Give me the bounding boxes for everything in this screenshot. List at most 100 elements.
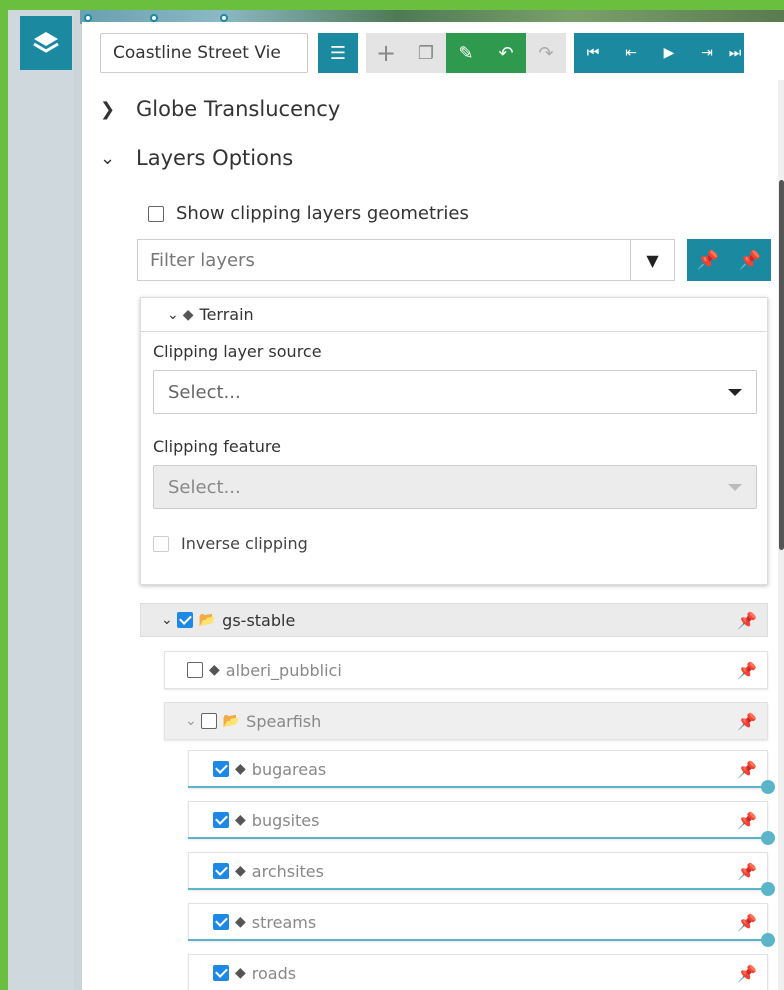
clipping-feature-select[interactable]: Select...: [153, 465, 757, 509]
show-clipping-option[interactable]: Show clipping layers geometries: [148, 203, 469, 224]
pin-icon[interactable]: 📌: [737, 611, 757, 630]
layer-checkbox[interactable]: [187, 662, 203, 678]
layer-icon: ◆: [235, 914, 246, 930]
next-button[interactable]: ⇥: [688, 33, 726, 73]
accordion-layers-options[interactable]: ⌄ Layers Options: [100, 146, 293, 170]
opacity-slider[interactable]: [188, 837, 766, 839]
group-checkbox[interactable]: [200, 713, 217, 729]
opacity-slider[interactable]: [188, 786, 766, 788]
layer-row-streams[interactable]: ◆ streams 📌: [188, 903, 768, 941]
layer-checkbox[interactable]: [213, 812, 229, 828]
resize-handle[interactable]: [150, 14, 158, 22]
layer-icon: ◆: [209, 662, 220, 678]
unpin-icon: 📌: [738, 249, 762, 271]
clipping-feature-label: Clipping feature: [153, 437, 281, 456]
filter-row: Filter layers ▼ 📌 📌: [137, 239, 773, 281]
accordion-label: Globe Translucency: [136, 97, 341, 121]
pin-icon[interactable]: 📌: [737, 712, 757, 731]
list-button[interactable]: ☰: [318, 33, 358, 73]
group-gs-stable[interactable]: ⌄ 📂 gs-stable 📌: [140, 603, 768, 637]
pin-all-button[interactable]: 📌: [687, 239, 729, 281]
plus-icon: +: [375, 39, 397, 67]
group-checkbox[interactable]: [176, 612, 193, 628]
layer-label: alberi_pubblici: [225, 660, 342, 680]
undo-button[interactable]: ↶: [486, 33, 526, 73]
inverse-clipping-checkbox[interactable]: [153, 535, 169, 552]
resize-handle[interactable]: [84, 14, 92, 22]
layer-row-alberi[interactable]: ◆ alberi_pubblici 📌: [164, 651, 768, 689]
prev-icon: ⇤: [625, 45, 637, 61]
terrain-title: Terrain: [199, 305, 254, 324]
left-sidebar: [8, 10, 74, 990]
layer-icon: ◆: [235, 812, 246, 828]
first-button[interactable]: ⏮: [574, 33, 612, 73]
select-value: Select...: [168, 381, 241, 403]
layer-icon: ◆: [182, 306, 194, 323]
clipping-source-select[interactable]: Select...: [153, 370, 757, 414]
layer-row-roads[interactable]: ◆ roads 📌: [188, 954, 768, 990]
undo-icon: ↶: [498, 42, 514, 64]
layer-label: roads: [251, 963, 297, 983]
list-icon: ☰: [329, 42, 347, 64]
layer-checkbox[interactable]: [213, 761, 229, 777]
play-button[interactable]: ▶: [650, 33, 688, 73]
layer-icon: ◆: [235, 761, 246, 777]
chevron-down-icon: ⌄: [100, 147, 116, 169]
filter-layers-input[interactable]: Filter layers: [137, 239, 631, 281]
inverse-clipping-label: Inverse clipping: [181, 534, 308, 553]
show-clipping-checkbox[interactable]: [148, 205, 164, 222]
pin-icon[interactable]: 📌: [737, 661, 757, 680]
opacity-slider-handle[interactable]: [761, 780, 775, 794]
unpin-all-button[interactable]: 📌: [729, 239, 771, 281]
layer-label: bugareas: [251, 759, 327, 779]
scrollbar-thumb[interactable]: [779, 180, 784, 550]
group-spearfish[interactable]: ⌄ 📂 Spearfish 📌: [164, 702, 768, 740]
opacity-slider-handle[interactable]: [761, 831, 775, 845]
layer-row-bugsites[interactable]: ◆ bugsites 📌: [188, 801, 768, 839]
filter-icon: ▼: [646, 250, 659, 270]
filter-button[interactable]: ▼: [631, 239, 675, 281]
opacity-slider-handle[interactable]: [761, 882, 775, 896]
layer-row-bugareas[interactable]: ◆ bugareas 📌: [188, 750, 768, 788]
layer-checkbox[interactable]: [213, 863, 229, 879]
prev-button[interactable]: ⇤: [612, 33, 650, 73]
group-label: gs-stable: [222, 610, 296, 630]
layer-label: streams: [251, 912, 317, 932]
chevron-down-icon: ⌄: [185, 713, 197, 729]
pin-icon: 📌: [696, 249, 720, 271]
opacity-slider-handle[interactable]: [761, 933, 775, 947]
edit-button[interactable]: ✎: [446, 33, 486, 73]
add-button[interactable]: +: [366, 33, 406, 73]
opacity-slider[interactable]: [188, 939, 766, 941]
pin-icon[interactable]: 📌: [737, 964, 757, 983]
layer-icon: ◆: [235, 863, 246, 879]
layer-row-archsites[interactable]: ◆ archsites 📌: [188, 852, 768, 890]
show-clipping-label: Show clipping layers geometries: [176, 203, 469, 224]
layers-icon: [33, 32, 59, 53]
accordion-label: Layers Options: [136, 146, 294, 170]
title-input[interactable]: Coastline Street Vie: [100, 33, 308, 73]
group-label: Spearfish: [246, 711, 322, 731]
caret-down-icon: [728, 483, 742, 491]
terrain-header[interactable]: ⌄ ◆ Terrain: [141, 298, 767, 332]
inverse-clipping-option[interactable]: Inverse clipping: [153, 534, 308, 553]
opacity-slider[interactable]: [188, 888, 766, 890]
layers-toggle-button[interactable]: [20, 16, 72, 70]
layer-checkbox[interactable]: [213, 914, 229, 930]
copy-icon: ❐: [417, 42, 435, 64]
last-button[interactable]: ⏭: [726, 33, 744, 73]
copy-button[interactable]: ❐: [406, 33, 446, 73]
pin-icon[interactable]: 📌: [737, 913, 757, 932]
play-icon: ▶: [663, 45, 675, 61]
redo-button[interactable]: ↷: [526, 33, 566, 73]
edit-icon: ✎: [458, 42, 474, 64]
accordion-globe-translucency[interactable]: ❯ Globe Translucency: [100, 97, 340, 121]
resize-handle[interactable]: [220, 14, 228, 22]
pin-icon[interactable]: 📌: [737, 811, 757, 830]
layer-checkbox[interactable]: [213, 965, 229, 981]
layer-label: bugsites: [251, 810, 320, 830]
pin-icon[interactable]: 📌: [737, 760, 757, 779]
select-value: Select...: [168, 476, 241, 498]
pin-icon[interactable]: 📌: [737, 862, 757, 881]
first-icon: ⏮: [586, 45, 600, 61]
